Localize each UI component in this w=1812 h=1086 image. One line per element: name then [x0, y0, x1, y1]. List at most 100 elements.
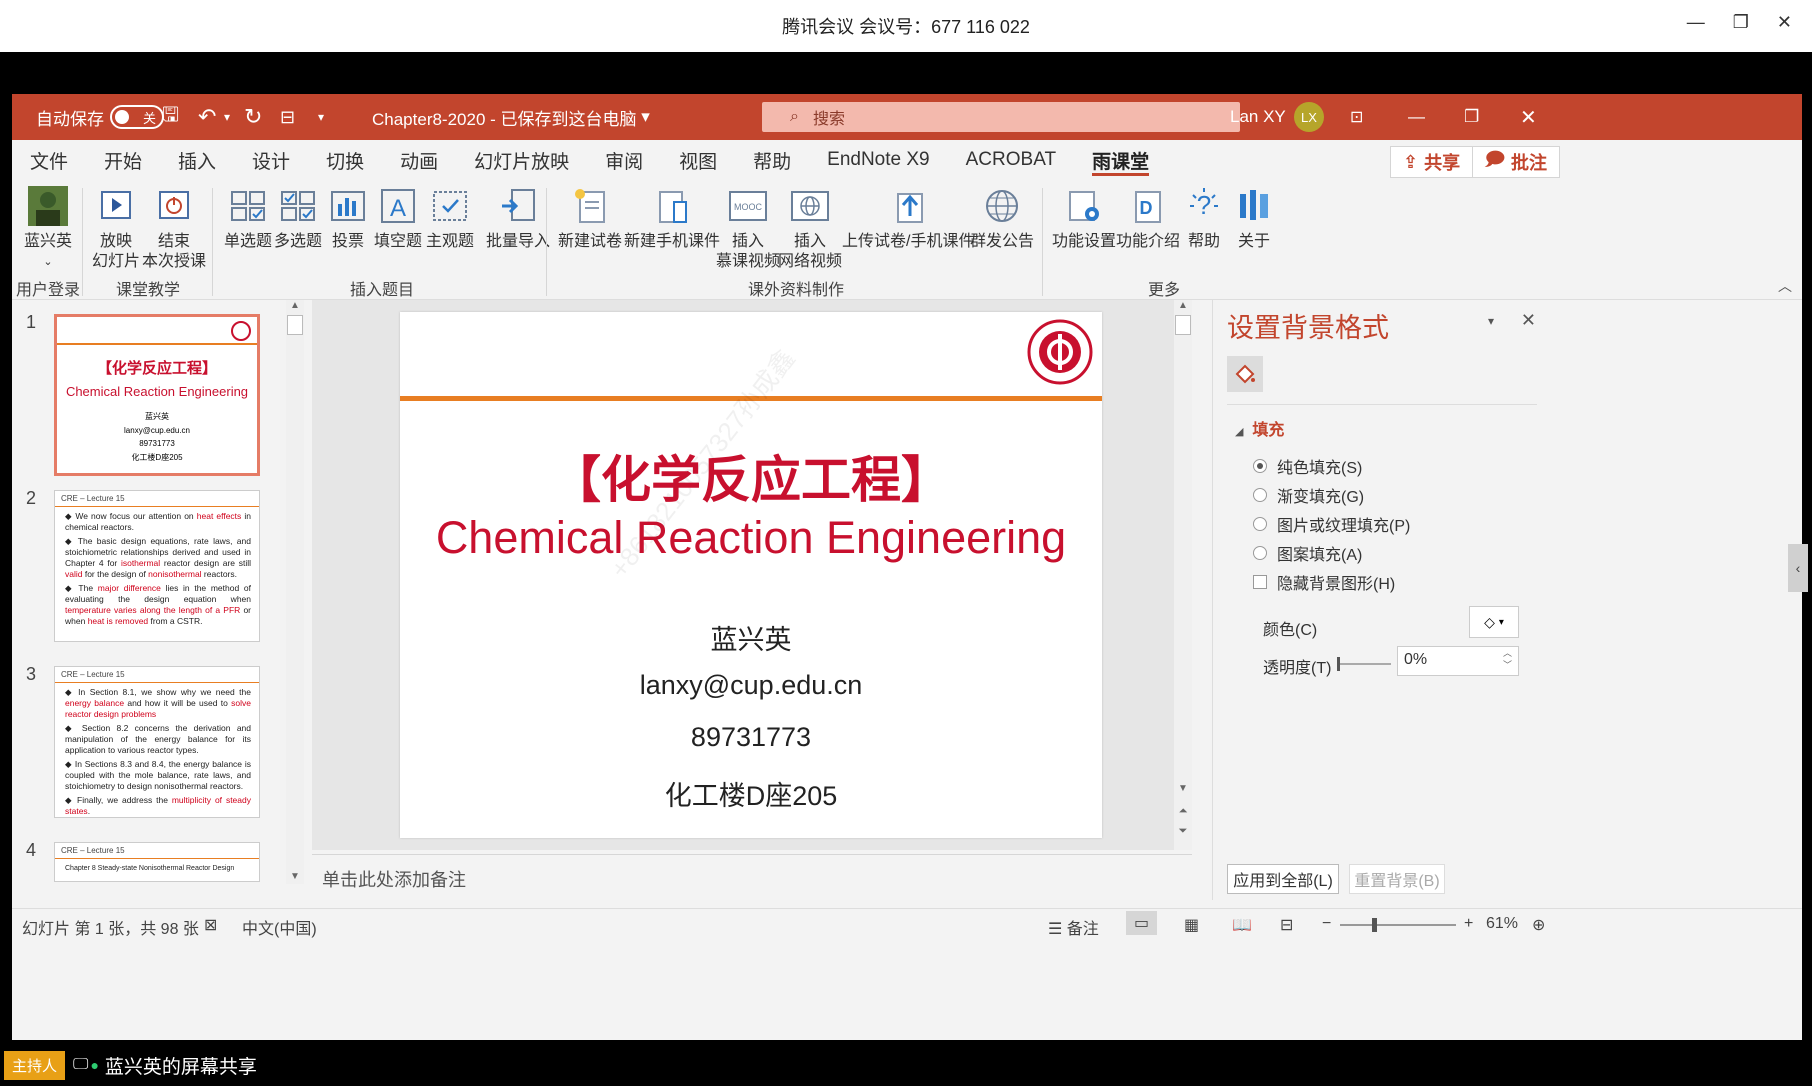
scroll-thumb[interactable] [287, 315, 303, 335]
insert-web-video-button[interactable]: 插入 网络视频 [778, 186, 842, 272]
fill-blank-button[interactable]: A 填空题 [374, 186, 422, 252]
restore-window-icon[interactable]: ❐ [1464, 94, 1479, 140]
new-exam-button[interactable]: 新建试卷 [558, 186, 622, 252]
scroll-up-icon[interactable]: ▲ [286, 300, 304, 311]
prev-slide-icon[interactable]: ⏶ [1174, 805, 1192, 818]
present-icon[interactable]: ⊟ [280, 94, 295, 140]
presenter-name[interactable]: 蓝兴英 [400, 618, 1102, 657]
slide-title-en[interactable]: Chemical Reaction Engineering [400, 512, 1102, 564]
tab-10[interactable]: EndNote X9 [809, 140, 947, 180]
end-class-button[interactable]: 结束 本次授课 [142, 186, 206, 272]
next-slide-icon[interactable]: ⏷ [1174, 825, 1192, 838]
scroll-thumb[interactable] [1175, 315, 1191, 335]
radio-gradient-fill[interactable]: 渐变填充(G) [1253, 483, 1364, 507]
tab-5[interactable]: 动画 [382, 140, 456, 180]
zoom-level[interactable]: 61% [1486, 915, 1518, 933]
thumbnail-slide-3[interactable]: CRE – Lecture 15 ◆ In Section 8.1, we sh… [54, 666, 260, 818]
slide-title-cn[interactable]: 【化学反应工程】 [400, 440, 1102, 512]
close-icon[interactable]: ✕ [1777, 12, 1792, 33]
apply-to-all-button[interactable]: 应用到全部(L) [1227, 864, 1339, 894]
function-intro-button[interactable]: D 功能介绍 [1116, 186, 1180, 252]
new-mobile-button[interactable]: 新建手机课件 [624, 186, 720, 252]
search-box[interactable]: ⌕ 搜索 [762, 102, 1240, 132]
fill-section-header[interactable]: ◢ 填充 [1235, 416, 1284, 440]
presenter-email[interactable]: lanxy@cup.edu.cn [400, 670, 1102, 701]
panel-options-icon[interactable]: ▾ [1488, 314, 1494, 328]
undo-icon[interactable]: ↶ [198, 94, 216, 140]
notes-pane[interactable]: 单击此处添加备注 [312, 854, 1192, 902]
zoom-out-icon[interactable]: − [1322, 915, 1331, 933]
scroll-down-icon[interactable]: ▼ [1174, 783, 1192, 794]
minimize-window-icon[interactable]: — [1408, 94, 1425, 140]
user-name[interactable]: Lan XY [1230, 94, 1286, 140]
side-panel-handle[interactable]: ‹ [1788, 544, 1808, 592]
reading-view-icon[interactable]: 📖 [1232, 915, 1252, 935]
batch-import-button[interactable]: 批量导入 [486, 186, 550, 252]
tab-3[interactable]: 设计 [234, 140, 308, 180]
current-slide[interactable]: +8618210057327孙成鑫 【化学反应工程】 Chemical Reac… [400, 312, 1102, 838]
scroll-down-icon[interactable]: ▼ [286, 871, 304, 882]
radio-pattern-fill[interactable]: 图案填充(A) [1253, 541, 1362, 565]
user-login-button[interactable]: 蓝兴英 ⌄ [24, 186, 72, 272]
color-picker-button[interactable]: ◇ ▾ [1469, 606, 1519, 638]
tab-9[interactable]: 帮助 [735, 140, 809, 180]
about-button[interactable]: 关于 [1234, 186, 1274, 252]
tab-2[interactable]: 插入 [160, 140, 234, 180]
hide-background-checkbox[interactable]: 隐藏背景图形(H) [1253, 570, 1395, 594]
tab-8[interactable]: 视图 [661, 140, 735, 180]
redo-icon[interactable]: ↻ [244, 94, 262, 140]
vote-button[interactable]: 投票 [328, 186, 368, 252]
notes-toggle[interactable]: ☰ 备注 [1048, 915, 1099, 939]
thumbnail-slide-2[interactable]: CRE – Lecture 15 ◆ We now focus our atte… [54, 490, 260, 642]
comment-button[interactable]: 🗩 批注 [1472, 146, 1560, 178]
tab-6[interactable]: 幻灯片放映 [456, 140, 587, 180]
help-button[interactable]: ? 帮助 [1184, 186, 1224, 252]
restore-icon[interactable]: ❐ [1733, 12, 1749, 33]
language-indicator[interactable]: 中文(中国) [242, 915, 317, 939]
presenter-room[interactable]: 化工楼D座205 [400, 774, 1102, 813]
transparency-input[interactable]: 0% ︿ ﹀ [1397, 646, 1519, 676]
avatar[interactable]: LX [1294, 102, 1324, 132]
customize-toolbar-icon[interactable]: ▾ [318, 94, 324, 140]
tab-7[interactable]: 审阅 [587, 140, 661, 180]
zoom-slider[interactable] [1340, 918, 1456, 932]
panel-close-icon[interactable]: ✕ [1521, 310, 1536, 331]
subjective-button[interactable]: 主观题 [426, 186, 474, 252]
share-button[interactable]: ⇪ 共享 [1390, 146, 1474, 178]
slideshow-icon[interactable]: ⊟ [1280, 915, 1293, 935]
presenter-phone[interactable]: 89731773 [400, 722, 1102, 753]
spinner-icon[interactable]: ︿ ﹀ [1503, 647, 1512, 671]
tab-11[interactable]: ACROBAT [948, 140, 1074, 180]
insert-mooc-button[interactable]: MOOC 插入 慕课视频 [716, 186, 780, 272]
autosave-toggle[interactable]: 关 [110, 105, 164, 129]
zoom-in-icon[interactable]: + [1464, 915, 1473, 933]
undo-dropdown-icon[interactable]: ▾ [224, 94, 230, 140]
slide-sorter-icon[interactable]: ▦ [1184, 915, 1199, 935]
collapse-ribbon-icon[interactable]: ︿ [1778, 276, 1792, 296]
multi-choice-button[interactable]: 多选题 [274, 186, 322, 252]
tab-4[interactable]: 切换 [308, 140, 382, 180]
radio-solid-fill[interactable]: 纯色填充(S) [1253, 454, 1362, 478]
editor-scrollbar[interactable]: ▲ ▼ ⏶ ⏷ [1174, 300, 1192, 850]
tab-0[interactable]: 文件 [12, 140, 86, 180]
thumbnail-slide-1[interactable]: 【化学反应工程】 Chemical Reaction Engineering 蓝… [54, 314, 260, 476]
tab-1[interactable]: 开始 [86, 140, 160, 180]
accessibility-icon[interactable]: ⊠ [204, 915, 217, 935]
function-settings-button[interactable]: 功能设置 [1052, 186, 1116, 252]
fill-bucket-icon[interactable] [1227, 356, 1263, 392]
fit-slide-icon[interactable]: ⊕ [1532, 915, 1545, 935]
transparency-slider[interactable] [1337, 657, 1391, 671]
broadcast-button[interactable]: 群发公告 [970, 186, 1034, 252]
tab-12[interactable]: 雨课堂 [1074, 140, 1167, 180]
normal-view-icon[interactable]: ▭ [1126, 911, 1158, 935]
close-window-icon[interactable]: ✕ [1520, 94, 1537, 140]
upload-button[interactable]: 上传试卷/手机课件 [842, 186, 974, 252]
radio-picture-fill[interactable]: 图片或纹理填充(P) [1253, 512, 1410, 536]
scroll-up-icon[interactable]: ▲ [1174, 300, 1192, 311]
minimize-icon[interactable]: — [1687, 12, 1705, 33]
document-title[interactable]: Chapter8-2020 - 已保存到这台电脑 ▾ [372, 94, 650, 140]
thumbnails-scrollbar[interactable]: ▲ ▼ [286, 300, 304, 884]
thumbnail-slide-4[interactable]: CRE – Lecture 15 Chapter 8 Steady-state … [54, 842, 260, 882]
reset-background-button[interactable]: 重置背景(B) [1349, 864, 1445, 894]
save-icon[interactable]: 🖫 [162, 94, 179, 140]
